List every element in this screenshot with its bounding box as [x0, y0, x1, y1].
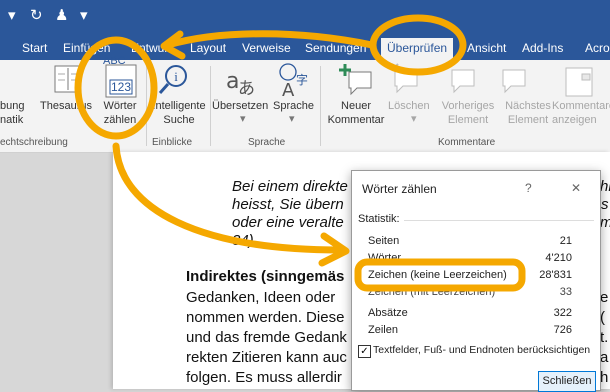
arrow-review-to-wordcount: [164, 30, 376, 49]
highlight-circle-word-count: [74, 36, 158, 140]
highlight-circle-review-tab: [369, 14, 467, 76]
highlight-box-characters: [354, 258, 526, 292]
arrow-wordcount-to-dialog: [112, 142, 344, 254]
annotation-overlay: [74, 14, 526, 292]
